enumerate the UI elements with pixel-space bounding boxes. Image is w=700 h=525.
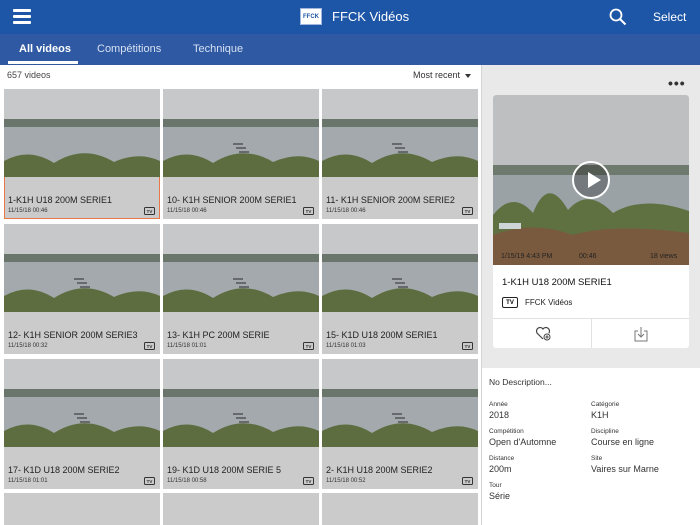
video-title: 19- K1D U18 200M SERIE 5 <box>167 465 282 475</box>
video-card[interactable]: 2- K1H U18 200M SERIE2 11/15/18 00:52 TV <box>322 359 478 489</box>
field-value-discipline: Course en ligne <box>591 437 655 447</box>
video-card[interactable]: 15- K1D U18 200M SERIE1 11/15/18 01:03 TV <box>322 224 478 354</box>
field-label-distance: Distance <box>489 455 515 462</box>
video-card[interactable]: 12- K1H SENIOR 200M SERIE3 11/15/18 00:32… <box>4 224 160 354</box>
field-label-categorie: Catégorie <box>591 401 620 408</box>
video-card-partial[interactable] <box>322 493 478 525</box>
tab-competitions[interactable]: Compétitions <box>97 43 161 55</box>
video-title: 13- K1H PC 200M SERIE <box>167 330 270 340</box>
menu-icon[interactable] <box>13 9 31 24</box>
sort-label: Most recent <box>413 70 461 80</box>
tv-icon: TV <box>303 477 314 485</box>
video-card-partial[interactable] <box>163 493 319 525</box>
video-date: 11/15/18 01:01 <box>167 343 207 349</box>
tv-icon: TV <box>462 207 473 215</box>
video-date: 11/15/18 00:32 <box>8 343 48 349</box>
detail-channel[interactable]: TV FFCK Vidéos <box>502 297 572 308</box>
heart-add-icon <box>535 326 551 341</box>
video-card[interactable]: 1-K1H U18 200M SERIE1 11/15/18 00:46 TV <box>4 89 160 219</box>
video-date: 11/15/18 00:58 <box>167 478 207 484</box>
caret-down-icon <box>465 73 472 78</box>
tv-icon: TV <box>144 207 155 215</box>
video-title: 11- K1H SENIOR 200M SERIE2 <box>326 195 455 205</box>
field-value-annee: 2018 <box>489 410 510 420</box>
video-card[interactable]: 13- K1H PC 200M SERIE 11/15/18 01:01 TV <box>163 224 319 354</box>
video-date: 11/15/18 00:52 <box>326 478 366 484</box>
video-date: 11/15/18 01:01 <box>8 478 48 484</box>
detail-date: 1/15/19 4:43 PM <box>501 253 553 260</box>
video-title: 17- K1D U18 200M SERIE2 <box>8 465 120 475</box>
video-thumbnail <box>4 359 160 447</box>
tv-icon: TV <box>144 342 155 350</box>
video-thumbnail <box>4 224 160 312</box>
tv-icon: TV <box>462 477 473 485</box>
detail-card: 1/15/19 4:43 PM 00:46 18 views 1-K1H U18… <box>493 95 689 348</box>
video-card[interactable]: 11- K1H SENIOR 200M SERIE2 11/15/18 00:46… <box>322 89 478 219</box>
detail-views: 18 views <box>650 253 678 260</box>
channel-name: FFCK Vidéos <box>525 298 573 307</box>
video-thumbnail <box>322 359 478 447</box>
field-value-competition: Open d'Automne <box>489 437 557 447</box>
tv-icon: TV <box>303 207 314 215</box>
select-button[interactable]: Select <box>653 10 686 24</box>
detail-actions <box>493 318 689 348</box>
field-value-site: Vaires sur Marne <box>591 464 659 474</box>
detail-meta: 1/15/19 4:43 PM 00:46 18 views <box>493 250 689 265</box>
tv-icon: TV <box>462 342 473 350</box>
field-label-competition: Compétition <box>489 428 524 435</box>
field-value-tour: Série <box>489 491 511 501</box>
brand: FFCK FFCK Vidéos <box>300 8 409 25</box>
tab-all-videos[interactable]: All videos <box>19 43 71 55</box>
video-title: 10- K1H SENIOR 200M SERIE1 <box>167 195 297 205</box>
ffck-logo: FFCK <box>300 8 322 25</box>
active-tab-indicator <box>8 61 78 64</box>
detail-panel: ••• 1/15/19 4:43 PM 00:46 18 views 1-K1H… <box>481 65 700 525</box>
video-thumbnail <box>322 224 478 312</box>
video-date: 11/15/18 00:46 <box>326 208 366 214</box>
video-card[interactable]: 10- K1H SENIOR 200M SERIE1 11/15/18 00:46… <box>163 89 319 219</box>
video-card-partial[interactable] <box>4 493 160 525</box>
video-thumbnail <box>322 89 478 177</box>
top-bar: FFCK FFCK Vidéos Select <box>0 0 700 34</box>
tv-icon: TV <box>144 477 155 485</box>
video-date: 11/15/18 01:03 <box>326 343 366 349</box>
field-label-tour: Tour <box>489 482 502 489</box>
detail-duration: 00:46 <box>579 253 597 260</box>
field-value-categorie: K1H <box>591 410 609 420</box>
tab-technique[interactable]: Technique <box>193 43 243 55</box>
app-title: FFCK Vidéos <box>332 9 410 24</box>
video-title: 2- K1H U18 200M SERIE2 <box>326 465 433 475</box>
download-icon <box>634 327 648 342</box>
video-card[interactable]: 17- K1D U18 200M SERIE2 11/15/18 01:01 TV <box>4 359 160 489</box>
video-title: 15- K1D U18 200M SERIE1 <box>326 330 438 340</box>
video-thumbnail <box>163 359 319 447</box>
video-thumbnail <box>4 89 160 177</box>
video-thumbnail <box>163 89 319 177</box>
video-count: 657 videos <box>7 70 51 80</box>
tv-icon: TV <box>502 297 518 308</box>
field-value-distance: 200m <box>489 464 512 474</box>
field-label-discipline: Discipline <box>591 428 619 435</box>
play-button[interactable] <box>572 161 610 199</box>
tv-icon: TV <box>303 342 314 350</box>
download-button[interactable] <box>591 319 689 348</box>
detail-title: 1-K1H U18 200M SERIE1 <box>502 277 612 288</box>
video-thumbnail <box>163 224 319 312</box>
video-title: 12- K1H SENIOR 200M SERIE3 <box>8 330 138 340</box>
video-card[interactable]: 19- K1D U18 200M SERIE 5 11/15/18 00:58 TV <box>163 359 319 489</box>
field-label-site: Site <box>591 455 603 462</box>
field-label-annee: Année <box>489 401 508 408</box>
search-icon[interactable] <box>609 8 627 26</box>
description-panel: No Description... Année 2018 Catégorie K… <box>482 368 700 525</box>
favorite-button[interactable] <box>493 319 591 348</box>
video-title: 1-K1H U18 200M SERIE1 <box>8 195 113 205</box>
description-text: No Description... <box>489 377 552 387</box>
sort-dropdown[interactable]: Most recent <box>413 70 472 80</box>
more-options-icon[interactable]: ••• <box>668 75 686 91</box>
tab-bar: All videos Compétitions Technique <box>0 34 700 65</box>
video-date: 11/15/18 00:46 <box>167 208 207 214</box>
video-date: 11/15/18 00:46 <box>8 208 48 214</box>
